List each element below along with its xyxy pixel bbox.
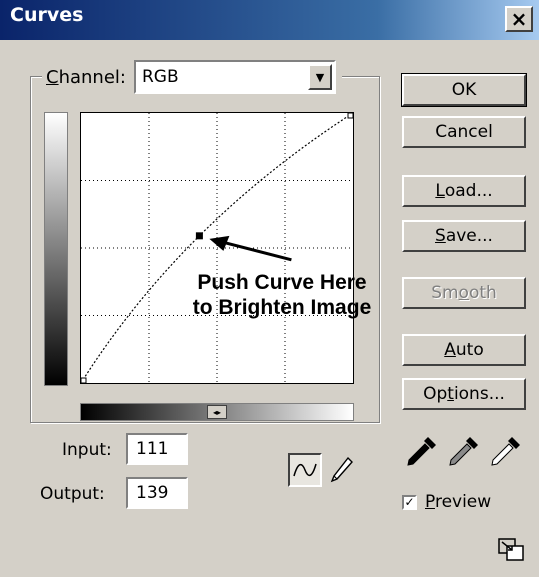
annotation-line-1: Push Curve Here xyxy=(197,271,367,294)
annotation-text: Push Curve Here to Brighten Image xyxy=(152,270,412,320)
channel-select[interactable]: RGB ▼ xyxy=(133,60,336,94)
gray-eyedropper-icon[interactable] xyxy=(446,433,482,469)
input-gradient-bar: ◂▸ xyxy=(80,403,354,421)
smooth-button[interactable]: Sm o oth xyxy=(402,277,526,309)
channel-select-value: RGB xyxy=(141,67,179,87)
annotation-arrow xyxy=(221,240,292,262)
cancel-button[interactable]: Cancel xyxy=(402,116,526,148)
curve-graph-svg[interactable] xyxy=(81,113,353,383)
load-button[interactable]: Load... xyxy=(402,175,526,207)
output-gradient-bar xyxy=(44,112,68,386)
window-title: Curves xyxy=(10,4,84,26)
curve-graph[interactable] xyxy=(80,112,354,384)
curve-grid xyxy=(81,113,353,383)
preview-checkbox[interactable]: ✓ xyxy=(402,494,417,510)
check-icon: ✓ xyxy=(404,495,415,509)
curve-control-point[interactable] xyxy=(195,232,203,240)
gradient-toggle-button[interactable]: ◂▸ xyxy=(207,405,227,419)
annotation-arrow-head xyxy=(209,235,230,251)
input-label: Input: xyxy=(62,440,112,460)
curve-endpoint-white[interactable] xyxy=(347,113,353,119)
pencil-tool-button[interactable] xyxy=(324,453,358,487)
resize-icon[interactable] xyxy=(498,538,524,562)
chevron-down-icon[interactable]: ▼ xyxy=(307,64,332,90)
input-field[interactable]: 111 xyxy=(126,433,188,465)
white-eyedropper-icon[interactable] xyxy=(488,433,524,469)
output-label: Output: xyxy=(40,484,105,504)
channel-label: Channel: xyxy=(46,66,126,88)
close-icon: × xyxy=(510,7,528,31)
curve-tool-button[interactable] xyxy=(288,453,322,487)
output-field[interactable]: 139 xyxy=(126,477,188,509)
save-button[interactable]: Save... xyxy=(402,220,526,252)
auto-button[interactable]: Auto xyxy=(402,334,526,366)
curve-tool-icon xyxy=(293,463,317,477)
channel-row: Channel: RGB ▼ xyxy=(42,58,342,96)
title-bar: Curves × xyxy=(0,0,539,40)
black-eyedropper-icon[interactable] xyxy=(404,433,440,469)
preview-label[interactable]: Preview xyxy=(425,492,491,512)
annotation-line-2: to Brighten Image xyxy=(192,296,372,319)
close-button[interactable]: × xyxy=(505,6,533,32)
options-button[interactable]: Op t ions... xyxy=(402,378,526,410)
curve-endpoint-black[interactable] xyxy=(81,377,87,383)
ok-button[interactable]: OK xyxy=(401,73,527,107)
preview-row[interactable]: ✓ Preview xyxy=(402,492,491,512)
pencil-tool-icon xyxy=(330,456,353,483)
